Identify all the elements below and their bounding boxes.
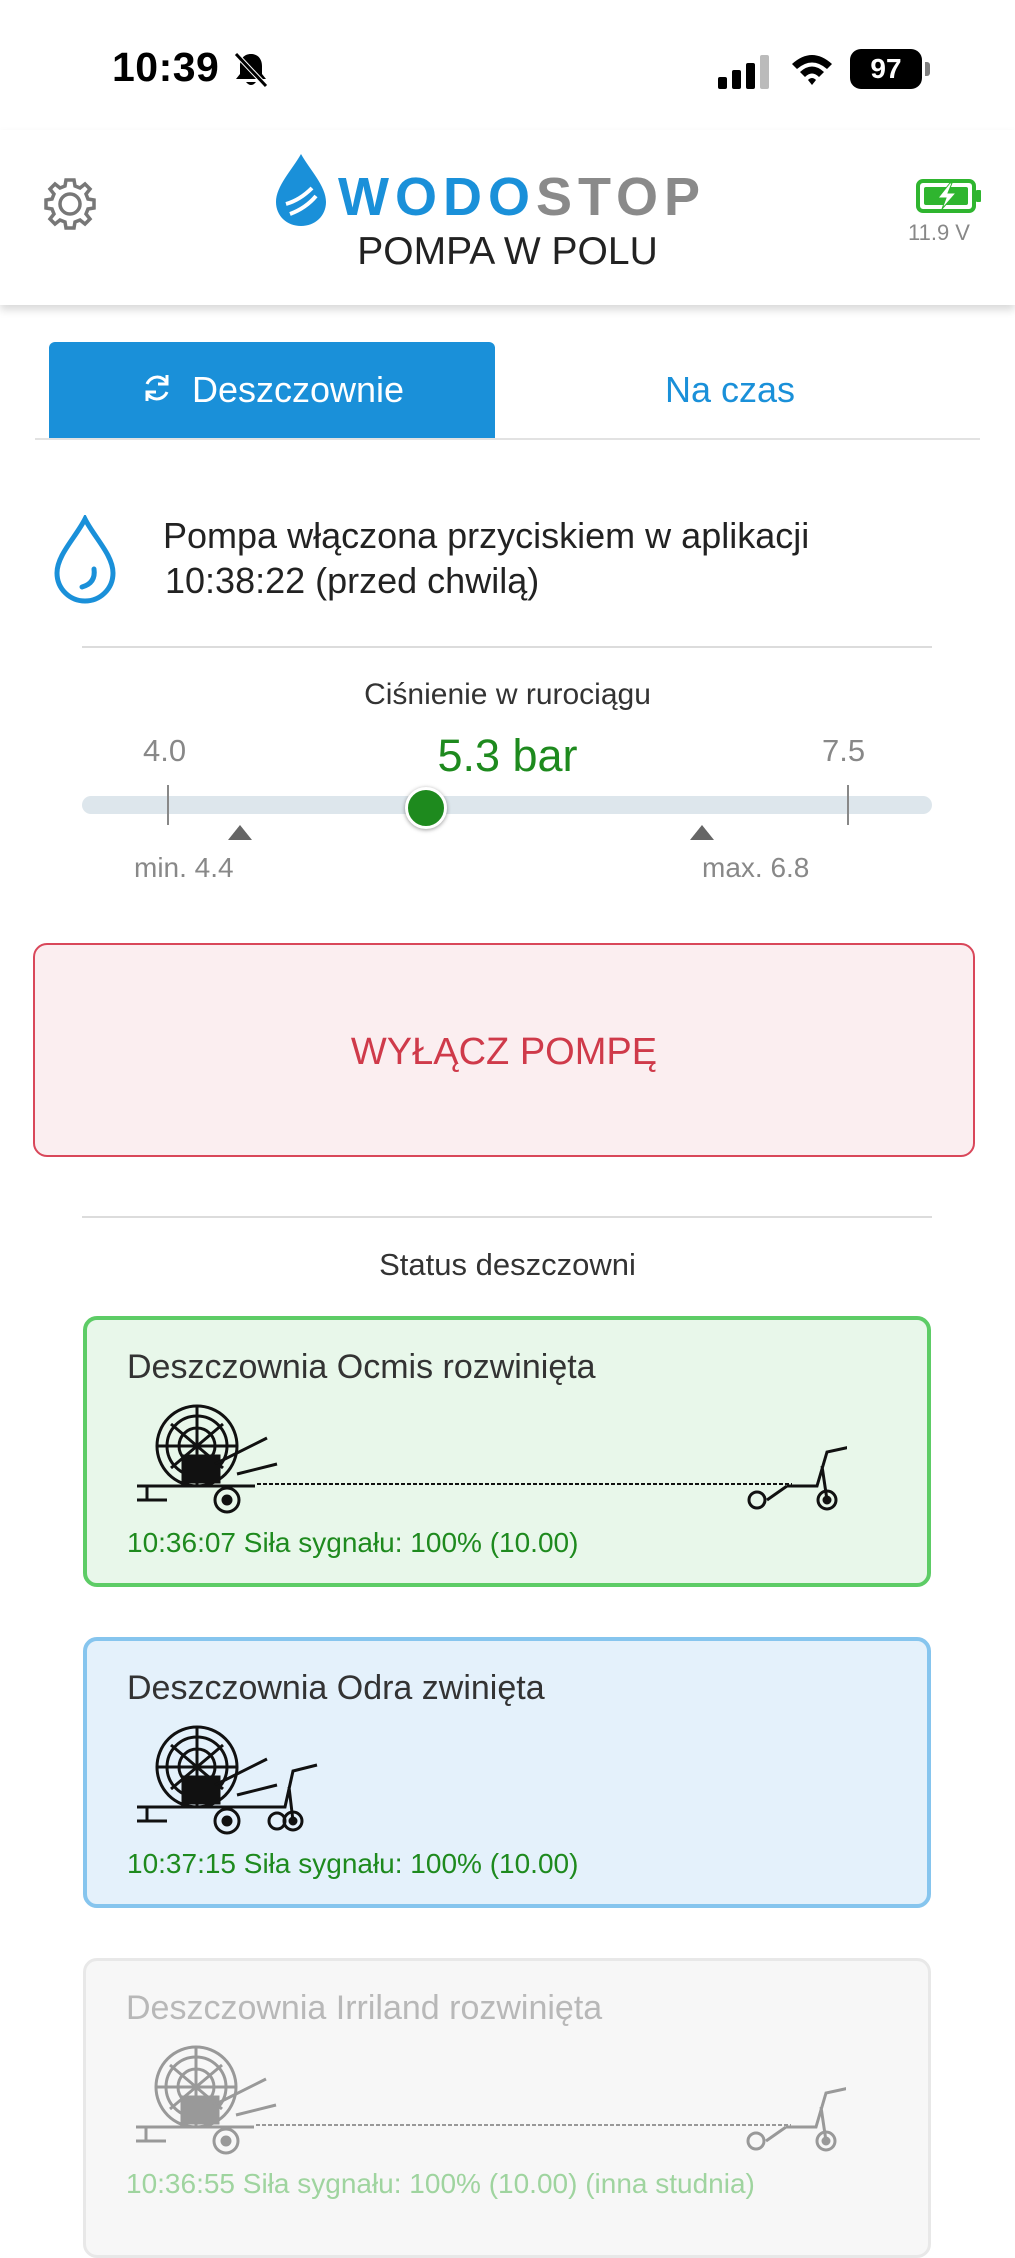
tab-na-czas-label: Na czas	[664, 369, 796, 410]
hose-reel-rolled-icon	[137, 1725, 318, 1835]
tab-bar: Deszczownie Na czas	[35, 342, 980, 440]
pressure-scale-min-tick	[167, 785, 169, 825]
battery-voltage: 11.9 V	[908, 220, 970, 245]
pressure-gauge-track	[82, 796, 932, 814]
pressure-indicator	[405, 787, 447, 829]
sprinkler-title: Deszczownia Ocmis rozwinięta	[127, 1348, 596, 1386]
logo-text-stop: STOP	[535, 167, 707, 227]
divider	[82, 1216, 932, 1218]
sprinkler-signal-info: 10:37:15 Siła sygnału: 100% (10.00)	[127, 1848, 579, 1879]
sprinkler-card-odra[interactable]: Deszczownia Odra zwinięta 10:37:15 Siła …	[83, 1637, 931, 1908]
stop-pump-button[interactable]: WYŁĄCZ POMPĘ	[33, 943, 975, 1157]
sprinkler-section-title: Status deszczowni	[379, 1247, 636, 1282]
tab-deszczownie[interactable]: Deszczownie	[49, 342, 495, 438]
pump-status-message: Pompa włączona przyciskiem w aplikacji	[163, 515, 810, 556]
sprinkler-card-irriland[interactable]: Deszczownia Irriland rozwinięta 10:36:55…	[83, 1958, 931, 2258]
bell-slash-icon	[234, 52, 268, 88]
refresh-icon	[145, 375, 169, 401]
pump-status-time: 10:38:22 (przed chwilą)	[165, 560, 540, 601]
page-subtitle: POMPA W POLU	[357, 230, 658, 273]
sprinkler-title: Deszczownia Odra zwinięta	[127, 1669, 545, 1707]
gear-icon[interactable]	[40, 174, 100, 234]
hose-reel-unrolled-icon	[137, 1404, 847, 1514]
max-threshold-marker	[690, 825, 714, 840]
cellular-signal-icon	[718, 55, 769, 89]
tab-na-czas[interactable]: Na czas	[495, 342, 965, 438]
charging-battery-icon	[916, 179, 981, 213]
logo-drop-icon	[276, 154, 326, 226]
wodostop-logo: WODOSTOP	[272, 152, 712, 228]
battery-percent: 97	[850, 49, 922, 89]
pressure-current-value: 5.3 bar	[437, 730, 578, 781]
wifi-icon	[792, 55, 832, 85]
sprinkler-title: Deszczownia Irriland rozwinięta	[126, 1989, 603, 2027]
tab-deszczownie-label: Deszczownie	[191, 369, 405, 410]
min-threshold-marker	[228, 825, 252, 840]
sprinkler-card-ocmis[interactable]: Deszczownia Ocmis rozwinięta 10:36:07 Si…	[83, 1316, 931, 1587]
pressure-title: Ciśnienie w rurociągu	[364, 678, 651, 711]
pressure-max-label: max. 6.8	[702, 852, 810, 883]
pressure-min-label: min. 4.4	[134, 852, 234, 883]
status-time: 10:39	[112, 44, 220, 90]
logo-text-wodo: WODO	[338, 167, 536, 227]
hose-reel-unrolled-icon	[136, 2045, 846, 2155]
sprinkler-signal-info: 10:36:07 Siła sygnału: 100% (10.00)	[127, 1527, 579, 1558]
water-drop-icon	[54, 515, 116, 604]
sprinkler-signal-info: 10:36:55 Siła sygnału: 100% (10.00) (inn…	[126, 2168, 755, 2199]
status-bar: 10:39 97	[0, 0, 1015, 130]
app-header: WODOSTOP POMPA W POLU 11.9 V	[0, 130, 1015, 305]
battery-icon: 97	[850, 49, 930, 89]
divider	[82, 646, 932, 648]
pressure-scale-max-tick	[847, 785, 849, 825]
